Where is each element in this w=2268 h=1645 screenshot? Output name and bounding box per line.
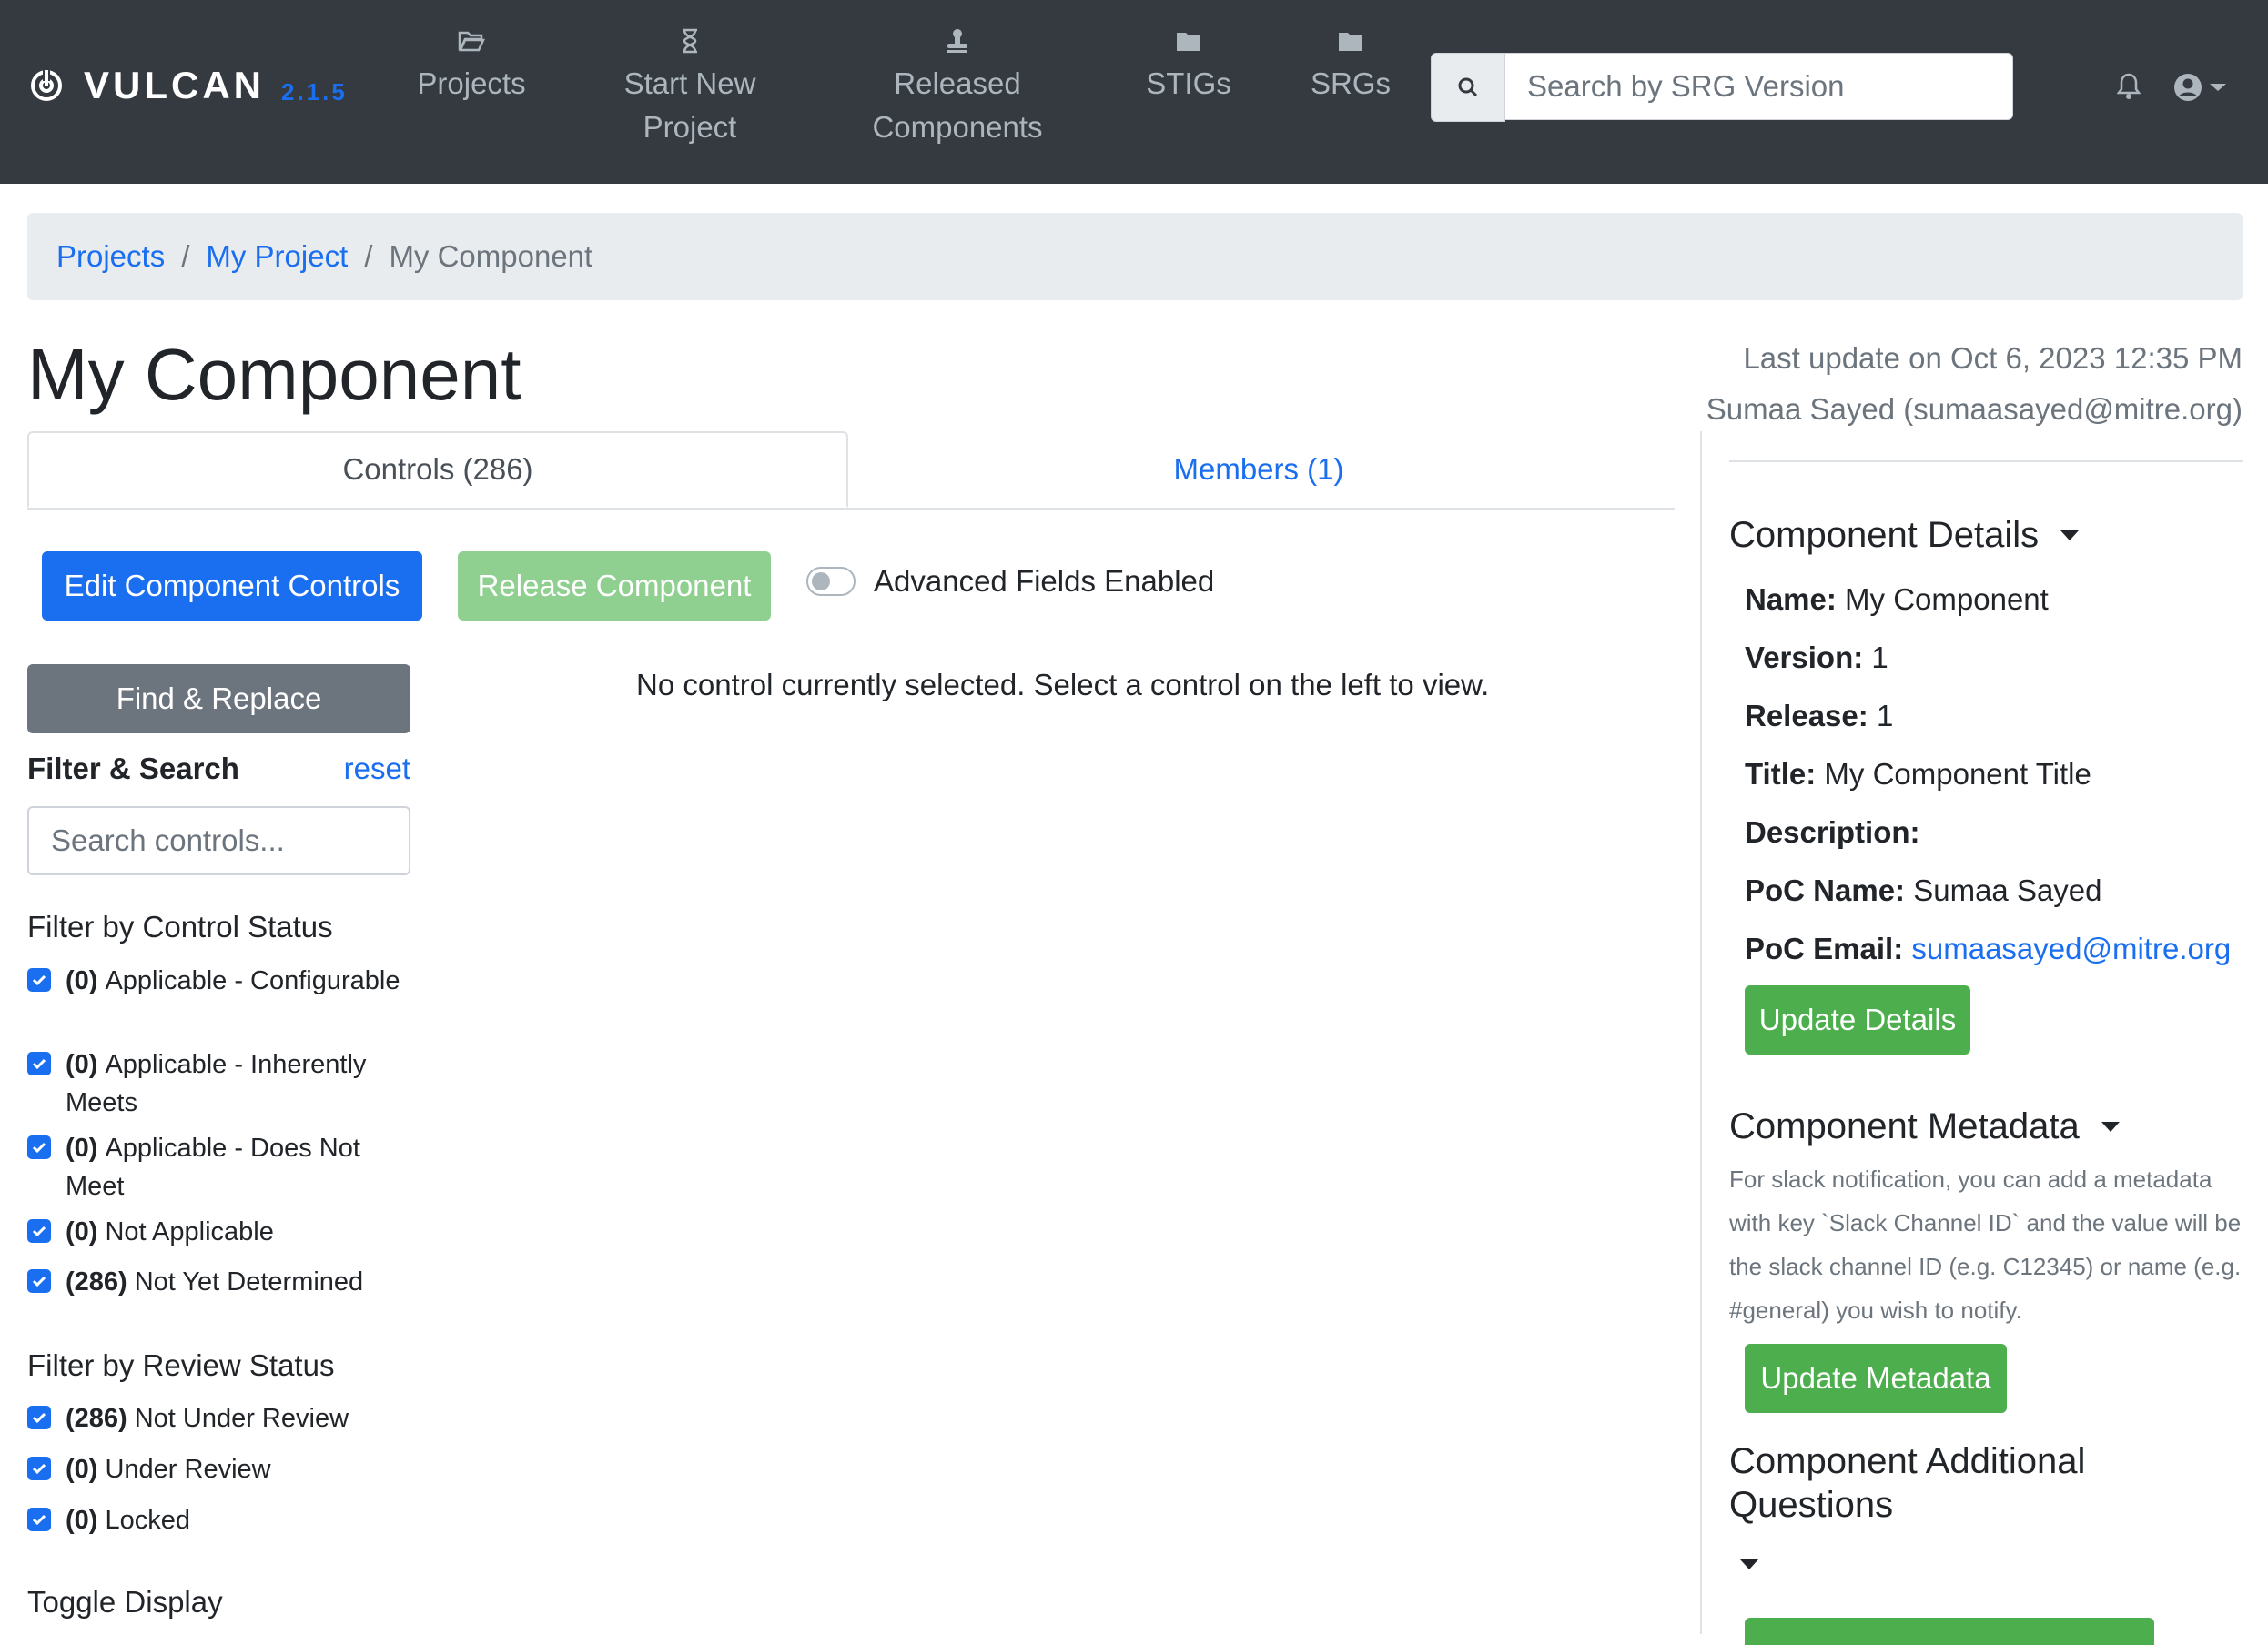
detail-name: Name: My Component <box>1745 582 2049 616</box>
stamp-icon <box>947 29 967 53</box>
detail-version: Version: 1 <box>1745 641 1888 674</box>
page-title: My Component <box>27 334 521 415</box>
checkbox-checked-icon[interactable] <box>27 1269 51 1293</box>
update-metadata-button[interactable]: Update Metadata <box>1745 1344 2007 1413</box>
brand[interactable]: VULCAN 2.1.5 <box>29 64 348 107</box>
detail-poc-email: PoC Email: sumaasayed@mitre.org <box>1745 932 2232 965</box>
last-update-info: Last update on Oct 6, 2023 12:35 PM Suma… <box>1706 333 2243 435</box>
folder-open-icon <box>458 31 485 52</box>
component-additional-questions-title: Component Additional Questions <box>1729 1441 2086 1525</box>
poc-email-link[interactable]: sumaasayed@mitre.org <box>1911 932 2231 965</box>
user-menu[interactable] <box>2173 73 2226 102</box>
search-icon <box>1458 77 1478 97</box>
breadcrumb-projects[interactable]: Projects <box>56 239 165 274</box>
srg-search <box>1431 53 2013 122</box>
nav-stigs[interactable]: STIGs <box>1143 27 1234 106</box>
nav-projects[interactable]: Projects <box>417 27 526 106</box>
nav-srgs[interactable]: SRGs <box>1309 27 1392 106</box>
edit-component-controls-button[interactable]: Edit Component Controls <box>42 551 422 621</box>
notifications-bell-icon[interactable] <box>2117 73 2141 100</box>
control-status-checkbox[interactable]: (286) Not Yet Determined <box>27 1263 410 1301</box>
control-status-checkbox[interactable]: (0) Applicable - Configurable <box>27 962 410 1000</box>
breadcrumb-separator: / <box>181 239 190 273</box>
app-version: 2.1.5 <box>281 77 348 106</box>
update-details-button[interactable]: Update Details <box>1745 985 1970 1055</box>
chevron-down-icon <box>2210 84 2226 91</box>
advanced-fields-toggle[interactable]: Advanced Fields Enabled <box>806 564 1214 599</box>
nav-start-new-project[interactable]: Start New Project <box>612 27 768 149</box>
detail-release: Release: 1 <box>1745 699 1894 732</box>
component-details-title: Component Details <box>1729 515 2040 555</box>
checkbox-checked-icon[interactable] <box>27 1457 51 1480</box>
panel-top-rule <box>1729 460 2243 462</box>
empty-control-message: No control currently selected. Select a … <box>636 668 1490 701</box>
search-button[interactable] <box>1431 53 1505 122</box>
hourglass-icon <box>683 28 697 54</box>
metadata-help-text: For slack notification, you can add a me… <box>1729 1166 2242 1324</box>
component-details-header[interactable]: Component Details <box>1729 515 2080 556</box>
filter-search-title: Filter & Search <box>27 752 239 785</box>
checkbox-checked-icon[interactable] <box>27 1406 51 1429</box>
caret-down-icon <box>2060 530 2080 540</box>
component-metadata-header[interactable]: Component Metadata <box>1729 1106 2120 1147</box>
detail-poc-name: PoC Name: Sumaa Sayed <box>1745 873 2102 907</box>
folder-icon <box>1339 33 1362 51</box>
tab-controls[interactable]: Controls (286) <box>27 431 848 508</box>
filter-reset-link[interactable]: reset <box>344 752 410 786</box>
checkbox-checked-icon[interactable] <box>27 968 51 992</box>
panel-divider <box>1700 431 1702 1634</box>
advanced-fields-switch[interactable] <box>806 567 856 596</box>
srg-search-input[interactable] <box>1505 53 2013 120</box>
release-component-button[interactable]: Release Component <box>458 551 771 621</box>
filter-header: Filter & Search reset <box>27 752 410 786</box>
breadcrumb-my-project[interactable]: My Project <box>206 239 348 274</box>
vulcan-logo-icon <box>31 68 62 101</box>
filter-control-status-title: Filter by Control Status <box>27 910 333 944</box>
advanced-fields-label: Advanced Fields Enabled <box>874 564 1215 598</box>
review-status-checkbox[interactable]: (0) Under Review <box>27 1450 410 1489</box>
last-update-date: Last update on Oct 6, 2023 12:35 PM <box>1743 341 2243 375</box>
toggle-display-title[interactable]: Toggle Display <box>27 1585 223 1620</box>
checkbox-checked-icon[interactable] <box>27 1135 51 1159</box>
tab-members[interactable]: Members (1) <box>848 431 1669 508</box>
search-controls-input[interactable] <box>27 806 410 875</box>
checkbox-checked-icon[interactable] <box>27 1052 51 1075</box>
review-status-checkbox[interactable]: (0) Locked <box>27 1501 410 1539</box>
component-tabs: Controls (286) Members (1) <box>27 431 1675 510</box>
detail-title: Title: My Component Title <box>1745 757 2091 791</box>
checkbox-checked-icon[interactable] <box>27 1219 51 1243</box>
caret-down-icon <box>2101 1122 2120 1132</box>
folder-icon <box>1177 33 1200 51</box>
control-status-checkbox[interactable]: (0) Applicable - Inherently Meets <box>27 1045 410 1122</box>
user-avatar-icon <box>2174 74 2202 101</box>
detail-description: Description: <box>1745 815 1920 849</box>
brand-name: VULCAN <box>84 64 265 106</box>
checkbox-checked-icon[interactable] <box>27 1508 51 1531</box>
review-status-checkbox[interactable]: (286) Not Under Review <box>27 1399 410 1438</box>
breadcrumb: Projects / My Project / My Component <box>27 213 2243 300</box>
breadcrumb-current: My Component <box>389 239 593 273</box>
caret-down-icon[interactable] <box>1740 1559 1758 1569</box>
control-status-checkbox[interactable]: (0) Not Applicable <box>27 1213 410 1251</box>
filter-review-status-title: Filter by Review Status <box>27 1348 335 1382</box>
find-replace-button[interactable]: Find & Replace <box>27 664 410 733</box>
last-update-user: Sumaa Sayed (sumaasayed@mitre.org) <box>1706 392 2243 426</box>
additional-questions-button[interactable] <box>1745 1618 2154 1645</box>
nav-released-components[interactable]: Released Components <box>865 27 1050 149</box>
breadcrumb-separator: / <box>364 239 373 273</box>
navbar: VULCAN 2.1.5 Projects Start New Project … <box>0 0 2268 184</box>
control-status-checkbox[interactable]: (0) Applicable - Does Not Meet <box>27 1129 410 1206</box>
component-metadata-title: Component Metadata <box>1729 1106 2080 1146</box>
